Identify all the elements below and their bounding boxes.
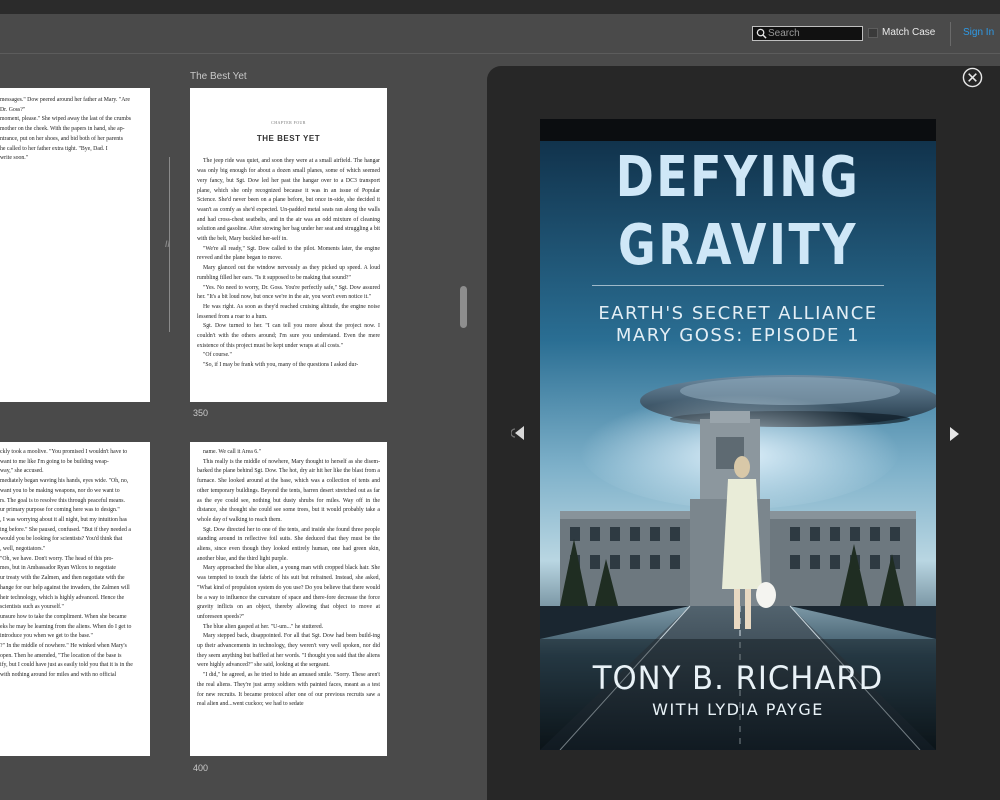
book-page-right-bottom[interactable]: name. We call it Area 6." This really is … <box>190 442 387 756</box>
book-cover-image: DEFYING GRAVITY EARTH'S SECRET ALLIANCE … <box>540 119 936 750</box>
right-page-1-paragraph: The jeep ride was quiet, and soon they w… <box>197 158 380 243</box>
chapter-title: THE BEST YET <box>256 133 321 143</box>
page-break-icon: // <box>165 239 171 249</box>
left-page-2-paragraph: ing before." She paused, confused. "But … <box>0 526 131 533</box>
left-page-2-paragraph: way," she accused. <box>0 468 44 475</box>
top-strip <box>0 0 1000 14</box>
sign-in-link[interactable]: Sign In <box>963 27 994 38</box>
book-pages-area[interactable]: The Best Yet messages." Dow peered aroun… <box>0 55 480 800</box>
left-page-2-paragraph: "Oh, we have. Don't worry. The head of t… <box>0 555 114 562</box>
left-page-2-paragraph: ckly took a moolive. "You promised I wou… <box>0 449 128 455</box>
right-page-2-paragraph: Mary approached the blue alien, a young … <box>197 565 380 620</box>
right-page-1-paragraph: "Yes. No need to worry, Dr. Goss. You're… <box>197 284 380 301</box>
right-page-2-paragraph: Mary stepped back, disappointed. For all… <box>197 633 380 669</box>
chapter-heading-label: The Best Yet <box>190 71 247 82</box>
cover-title-line-2: GRAVITY <box>618 213 858 278</box>
cover-series-line-2: MARY GOSS: EPISODE 1 <box>615 325 861 346</box>
cover-series-line-1: EARTH'S SECRET ALLIANCE <box>598 303 878 324</box>
left-page-2-paragraph: rs. The goal is to resolve this through … <box>0 497 125 504</box>
right-page-2-paragraph: The blue alien gasped at her. "U-um..." … <box>203 623 324 630</box>
right-page-1-paragraph: "So, if I may be frank with you, many of… <box>203 362 359 369</box>
left-page-2-paragraph: mediately began waving his hands, eyes w… <box>0 478 129 485</box>
right-page-2-paragraph: "I did," he agreed, as he tried to hide … <box>197 672 380 708</box>
search-icon <box>756 28 767 39</box>
chapter-number: CHAPTER FOUR <box>271 120 306 125</box>
page-number: 350 <box>193 408 209 418</box>
cover-author: TONY B. RICHARD <box>592 659 884 697</box>
left-page-2-paragraph: , I was worrying about it all night, but… <box>0 516 128 523</box>
left-page-2-paragraph: ify, but I could have just as easily tol… <box>0 662 133 669</box>
left-page-2-paragraph: introduce you when we get to the base." <box>0 633 93 640</box>
book-page-left-top[interactable]: messages." Dow peered around her father … <box>0 88 150 402</box>
left-page-1-paragraph: write soon." <box>0 155 29 162</box>
next-arrow-icon[interactable] <box>948 425 962 443</box>
left-page-2-paragraph: want you to be making weapons, nor do we… <box>0 487 120 494</box>
left-page-1-text: messages." Dow peered around her father … <box>0 96 146 164</box>
right-page-1-paragraph: "Of course." <box>203 352 232 359</box>
cover-coauthor: WITH LYDIA PAYGE <box>652 700 824 719</box>
left-page-1-paragraph: Dr. Goss?" <box>0 106 26 113</box>
left-page-2-paragraph: ?" In the middle of nowhere." He winked … <box>0 643 127 650</box>
toolbar-divider <box>950 22 951 46</box>
left-page-2-paragraph: would you be looking for scientists? You… <box>0 536 123 543</box>
left-page-2-paragraph: eks he may be learning from the aliens. … <box>0 623 132 630</box>
right-page-1-paragraph: "We're all ready," Sgt. Dow called to th… <box>197 245 380 262</box>
left-page-2-paragraph: ur treaty with the Zalmen, and then nego… <box>0 575 125 582</box>
right-page-1-paragraph: Mary glanced out the window nervously as… <box>197 265 380 281</box>
left-page-2-paragraph: heir technology, which is highly advance… <box>0 594 125 601</box>
book-page-left-bottom[interactable]: ckly took a moolive. "You promised I wou… <box>0 442 150 756</box>
left-page-2-paragraph: , well, negotiators." <box>0 546 46 553</box>
cover-title-line-1: DEFYING <box>615 145 861 210</box>
right-page-2-paragraph: Sgt. Dow directed her to one of the tent… <box>197 526 380 562</box>
right-page-2-paragraph: name. We call it Area 6." <box>203 449 261 455</box>
close-icon[interactable] <box>962 67 983 88</box>
left-page-2-paragraph: want to me like I'm going to be building… <box>0 458 109 465</box>
right-page-1-text: The jeep ride was quiet, and soon they w… <box>197 157 380 370</box>
left-page-1-paragraph: he called to her father extra tight. "By… <box>0 145 108 152</box>
left-page-2-paragraph: ur primary purpose for coming here was t… <box>0 507 120 514</box>
right-page-1-paragraph: Sgt. Dow turned to her. "I can tell you … <box>197 323 380 349</box>
left-page-2-paragraph: with nothing around for miles and with n… <box>0 672 117 679</box>
left-page-1-paragraph: ntrance, put on her shoes, and bid both … <box>0 135 123 142</box>
search-input[interactable] <box>768 27 862 40</box>
left-page-2-paragraph: unsure how to take the compliment. When … <box>0 613 127 620</box>
left-page-2-paragraph: open. Then he amended, "The location of … <box>0 652 122 659</box>
cover-rule <box>592 285 884 286</box>
match-case-toggle[interactable]: Match Case <box>868 27 935 38</box>
previous-arrow-icon[interactable] <box>511 424 525 442</box>
search-box[interactable] <box>752 26 863 41</box>
right-page-2-paragraph: This really is the middle of nowhere, Ma… <box>197 458 380 523</box>
toolbar: Match Case Sign In <box>0 14 1000 54</box>
match-case-label: Match Case <box>882 27 936 38</box>
left-page-1-paragraph: messages." Dow peered around her father … <box>0 97 130 103</box>
scrollbar-thumb[interactable] <box>460 286 467 328</box>
left-page-2-text: ckly took a moolive. "You promised I wou… <box>0 448 146 681</box>
match-case-checkbox[interactable] <box>868 27 878 38</box>
left-page-1-paragraph: mother on the cheek. With the papers in … <box>0 126 125 133</box>
left-page-2-paragraph: scientists such as yourself." <box>0 604 64 611</box>
right-page-2-text: name. We call it Area 6." This really is … <box>197 448 380 710</box>
left-page-2-paragraph: mes, but in Ambassador Ryan Wilcox to ne… <box>0 565 116 572</box>
left-page-2-paragraph: hange for our help against the invaders,… <box>0 584 130 591</box>
left-page-1-paragraph: moment, please." She wiped away the last… <box>0 116 131 123</box>
book-page-right-top[interactable]: CHAPTER FOUR THE BEST YET The jeep ride … <box>190 88 387 402</box>
right-page-1-paragraph: He was right. As soon as they'd reached … <box>197 303 380 320</box>
page-number: 400 <box>193 763 209 773</box>
